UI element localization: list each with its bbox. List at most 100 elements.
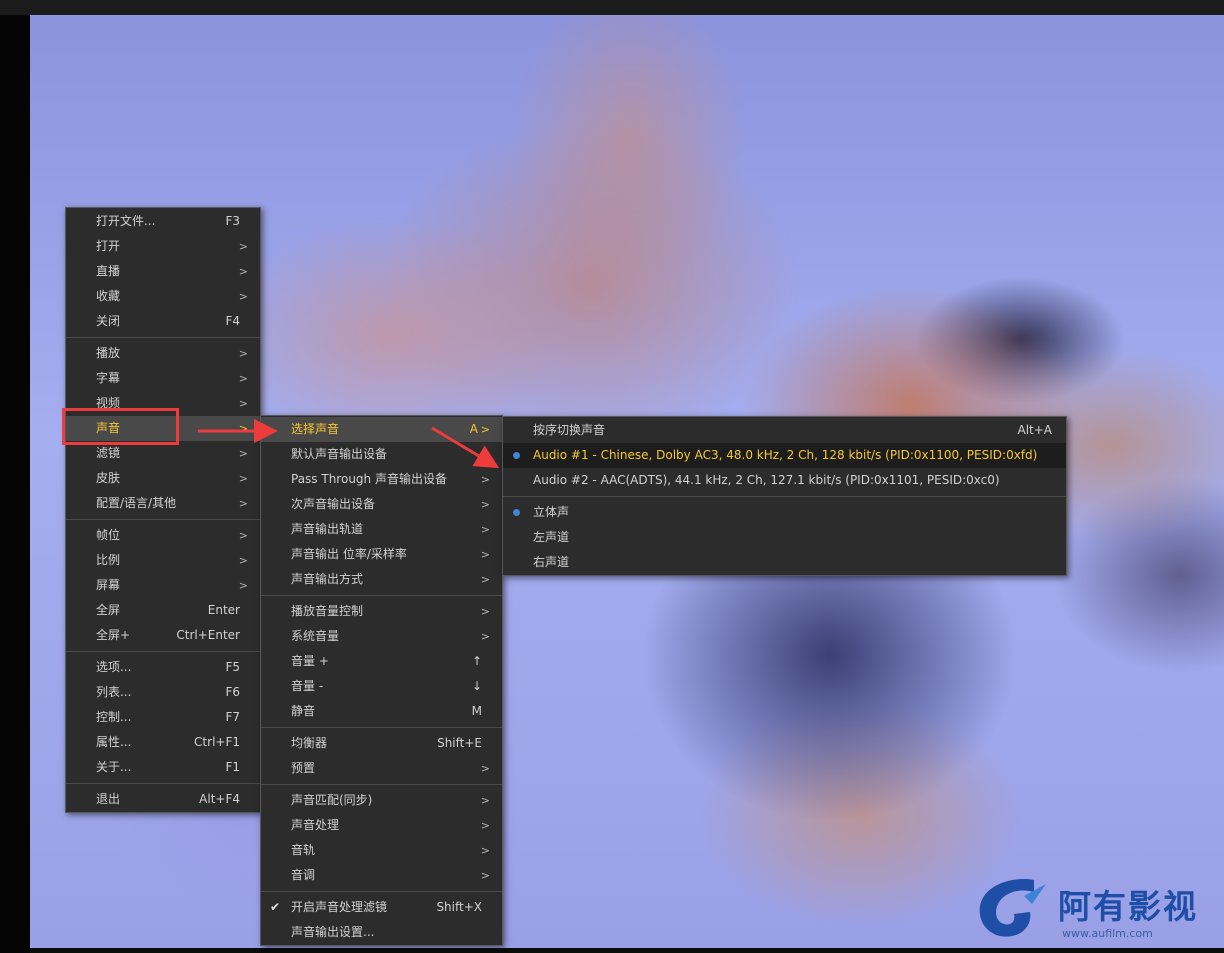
- submenu-arrow-icon: >: [238, 447, 248, 460]
- menu-item-label: 帧位: [96, 528, 121, 542]
- submenu-arrow-icon: >: [480, 605, 490, 618]
- menu-item-system-volume[interactable]: 系统音量 >: [261, 624, 502, 649]
- menu-item-frame[interactable]: 帧位 >: [66, 523, 260, 548]
- menu-item-label: 打开文件...: [96, 214, 156, 228]
- menu-item-live[interactable]: 直播 >: [66, 259, 260, 284]
- shortcut-label: F4: [225, 314, 240, 328]
- menu-item-select-audio[interactable]: 选择声音 A >: [261, 417, 502, 442]
- menu-item-output-mode[interactable]: 声音输出方式 >: [261, 567, 502, 592]
- submenu-arrow-icon: >: [238, 579, 248, 592]
- menu-item-audio-processing[interactable]: 声音处理 >: [261, 813, 502, 838]
- menu-item-output-track[interactable]: 声音输出轨道 >: [261, 517, 502, 542]
- window-title-bar: [0, 0, 1224, 15]
- menu-separator: [66, 337, 260, 338]
- submenu-arrow-icon: >: [480, 762, 490, 775]
- menu-item-cycle-audio[interactable]: 按序切换声音 Alt+A: [503, 418, 1066, 443]
- menu-item-playlist[interactable]: 列表... F6: [66, 680, 260, 705]
- menu-separator: [66, 519, 260, 520]
- menu-item-properties[interactable]: 属性... Ctrl+F1: [66, 730, 260, 755]
- submenu-arrow-icon: >: [480, 498, 490, 511]
- menu-item-config[interactable]: 配置/语言/其他 >: [66, 491, 260, 516]
- arrow-down-icon: ↓: [471, 679, 482, 693]
- menu-item-label: 打开: [96, 239, 121, 253]
- menu-item-label: 关于...: [96, 760, 132, 774]
- menu-item-volume-up[interactable]: 音量 + ↑: [261, 649, 502, 674]
- menu-item-secondary-output-device[interactable]: 次声音输出设备 >: [261, 492, 502, 517]
- shortcut-label: F7: [225, 710, 240, 724]
- menu-item-label: 选项...: [96, 660, 132, 674]
- menu-item-output-settings[interactable]: 声音输出设置...: [261, 920, 502, 945]
- menu-item-presets[interactable]: 预置 >: [261, 756, 502, 781]
- menu-item-subtitles[interactable]: 字幕 >: [66, 366, 260, 391]
- menu-item-label: 比例: [96, 553, 121, 567]
- menu-item-label: 属性...: [96, 735, 132, 749]
- watermark-name: 阿有影视: [1058, 887, 1198, 926]
- menu-item-audio-track-1[interactable]: Audio #1 - Chinese, Dolby AC3, 48.0 kHz,…: [503, 443, 1066, 468]
- submenu-arrow-icon: >: [238, 290, 248, 303]
- shortcut-label: F6: [225, 685, 240, 699]
- shortcut-label: Alt+A: [1017, 423, 1052, 437]
- submenu-arrow-icon: >: [480, 548, 490, 561]
- menu-item-label: Audio #2 - AAC(ADTS), 44.1 kHz, 2 Ch, 12…: [533, 473, 1000, 487]
- submenu-arrow-icon: >: [238, 397, 248, 410]
- menu-item-options[interactable]: 选项... F5: [66, 655, 260, 680]
- submenu-arrow-icon: >: [480, 844, 490, 857]
- menu-item-audio-track[interactable]: 音轨 >: [261, 838, 502, 863]
- menu-item-passthrough-device[interactable]: Pass Through 声音输出设备 >: [261, 467, 502, 492]
- menu-item-label: 右声道: [533, 555, 570, 569]
- menu-item-label: 声音输出方式: [291, 572, 364, 586]
- audio-submenu: 选择声音 A > 默认声音输出设备 > Pass Through 声音输出设备 > 次声…: [260, 415, 503, 946]
- submenu-arrow-icon: >: [480, 630, 490, 643]
- menu-item-left-channel[interactable]: 左声道: [503, 525, 1066, 550]
- shortcut-label: F3: [225, 214, 240, 228]
- menu-item-fullscreen-plus[interactable]: 全屏+ Ctrl+Enter: [66, 623, 260, 648]
- submenu-arrow-icon: >: [238, 529, 248, 542]
- menu-item-exit[interactable]: 退出 Alt+F4: [66, 787, 260, 812]
- submenu-arrow-icon: >: [480, 794, 490, 807]
- menu-item-label: 声音匹配(同步): [291, 793, 373, 807]
- menu-item-volume-down[interactable]: 音量 - ↓: [261, 674, 502, 699]
- menu-item-label: 静音: [291, 704, 316, 718]
- menu-item-control[interactable]: 控制... F7: [66, 705, 260, 730]
- submenu-arrow-icon: >: [480, 473, 490, 486]
- shortcut-label: Ctrl+Enter: [176, 628, 240, 642]
- menu-item-ratio[interactable]: 比例 >: [66, 548, 260, 573]
- menu-item-close[interactable]: 关闭 F4: [66, 309, 260, 334]
- menu-item-open-file[interactable]: 打开文件... F3: [66, 209, 260, 234]
- menu-item-stereo[interactable]: 立体声: [503, 500, 1066, 525]
- submenu-arrow-icon: >: [480, 448, 490, 461]
- submenu-arrow-icon: >: [238, 265, 248, 278]
- menu-item-label: 屏幕: [96, 578, 121, 592]
- shortcut-label: Shift+E: [437, 736, 482, 750]
- radio-selected-icon: [513, 452, 520, 459]
- menu-item-enable-audio-filter[interactable]: ✔ 开启声音处理滤镜 Shift+X: [261, 895, 502, 920]
- menu-item-audio-track-2[interactable]: Audio #2 - AAC(ADTS), 44.1 kHz, 2 Ch, 12…: [503, 468, 1066, 493]
- menu-item-default-output-device[interactable]: 默认声音输出设备 >: [261, 442, 502, 467]
- menu-item-fullscreen[interactable]: 全屏 Enter: [66, 598, 260, 623]
- menu-item-skins[interactable]: 皮肤 >: [66, 466, 260, 491]
- submenu-arrow-icon: >: [480, 573, 490, 586]
- menu-item-right-channel[interactable]: 右声道: [503, 550, 1066, 575]
- menu-item-playback[interactable]: 播放 >: [66, 341, 260, 366]
- menu-item-pitch[interactable]: 音调 >: [261, 863, 502, 888]
- menu-item-label: 音量 +: [291, 654, 329, 668]
- menu-item-audio-sync[interactable]: 声音匹配(同步) >: [261, 788, 502, 813]
- menu-item-about[interactable]: 关于... F1: [66, 755, 260, 780]
- menu-item-open[interactable]: 打开 >: [66, 234, 260, 259]
- watermark-url: www.aufilm.com: [1062, 927, 1153, 940]
- menu-item-favorites[interactable]: 收藏 >: [66, 284, 260, 309]
- menu-item-output-bitrate[interactable]: 声音输出 位率/采样率 >: [261, 542, 502, 567]
- player-left-border: [0, 15, 30, 953]
- shortcut-label: F1: [225, 760, 240, 774]
- menu-item-volume-control[interactable]: 播放音量控制 >: [261, 599, 502, 624]
- menu-item-label: 音轨: [291, 843, 316, 857]
- submenu-arrow-icon: >: [238, 347, 248, 360]
- menu-item-equalizer[interactable]: 均衡器 Shift+E: [261, 731, 502, 756]
- menu-item-label: 关闭: [96, 314, 121, 328]
- menu-item-screen[interactable]: 屏幕 >: [66, 573, 260, 598]
- arrow-up-icon: ↑: [471, 654, 482, 668]
- submenu-arrow-icon: >: [238, 422, 248, 435]
- submenu-arrow-icon: >: [238, 372, 248, 385]
- submenu-arrow-icon: >: [480, 423, 490, 436]
- menu-item-mute[interactable]: 静音 M: [261, 699, 502, 724]
